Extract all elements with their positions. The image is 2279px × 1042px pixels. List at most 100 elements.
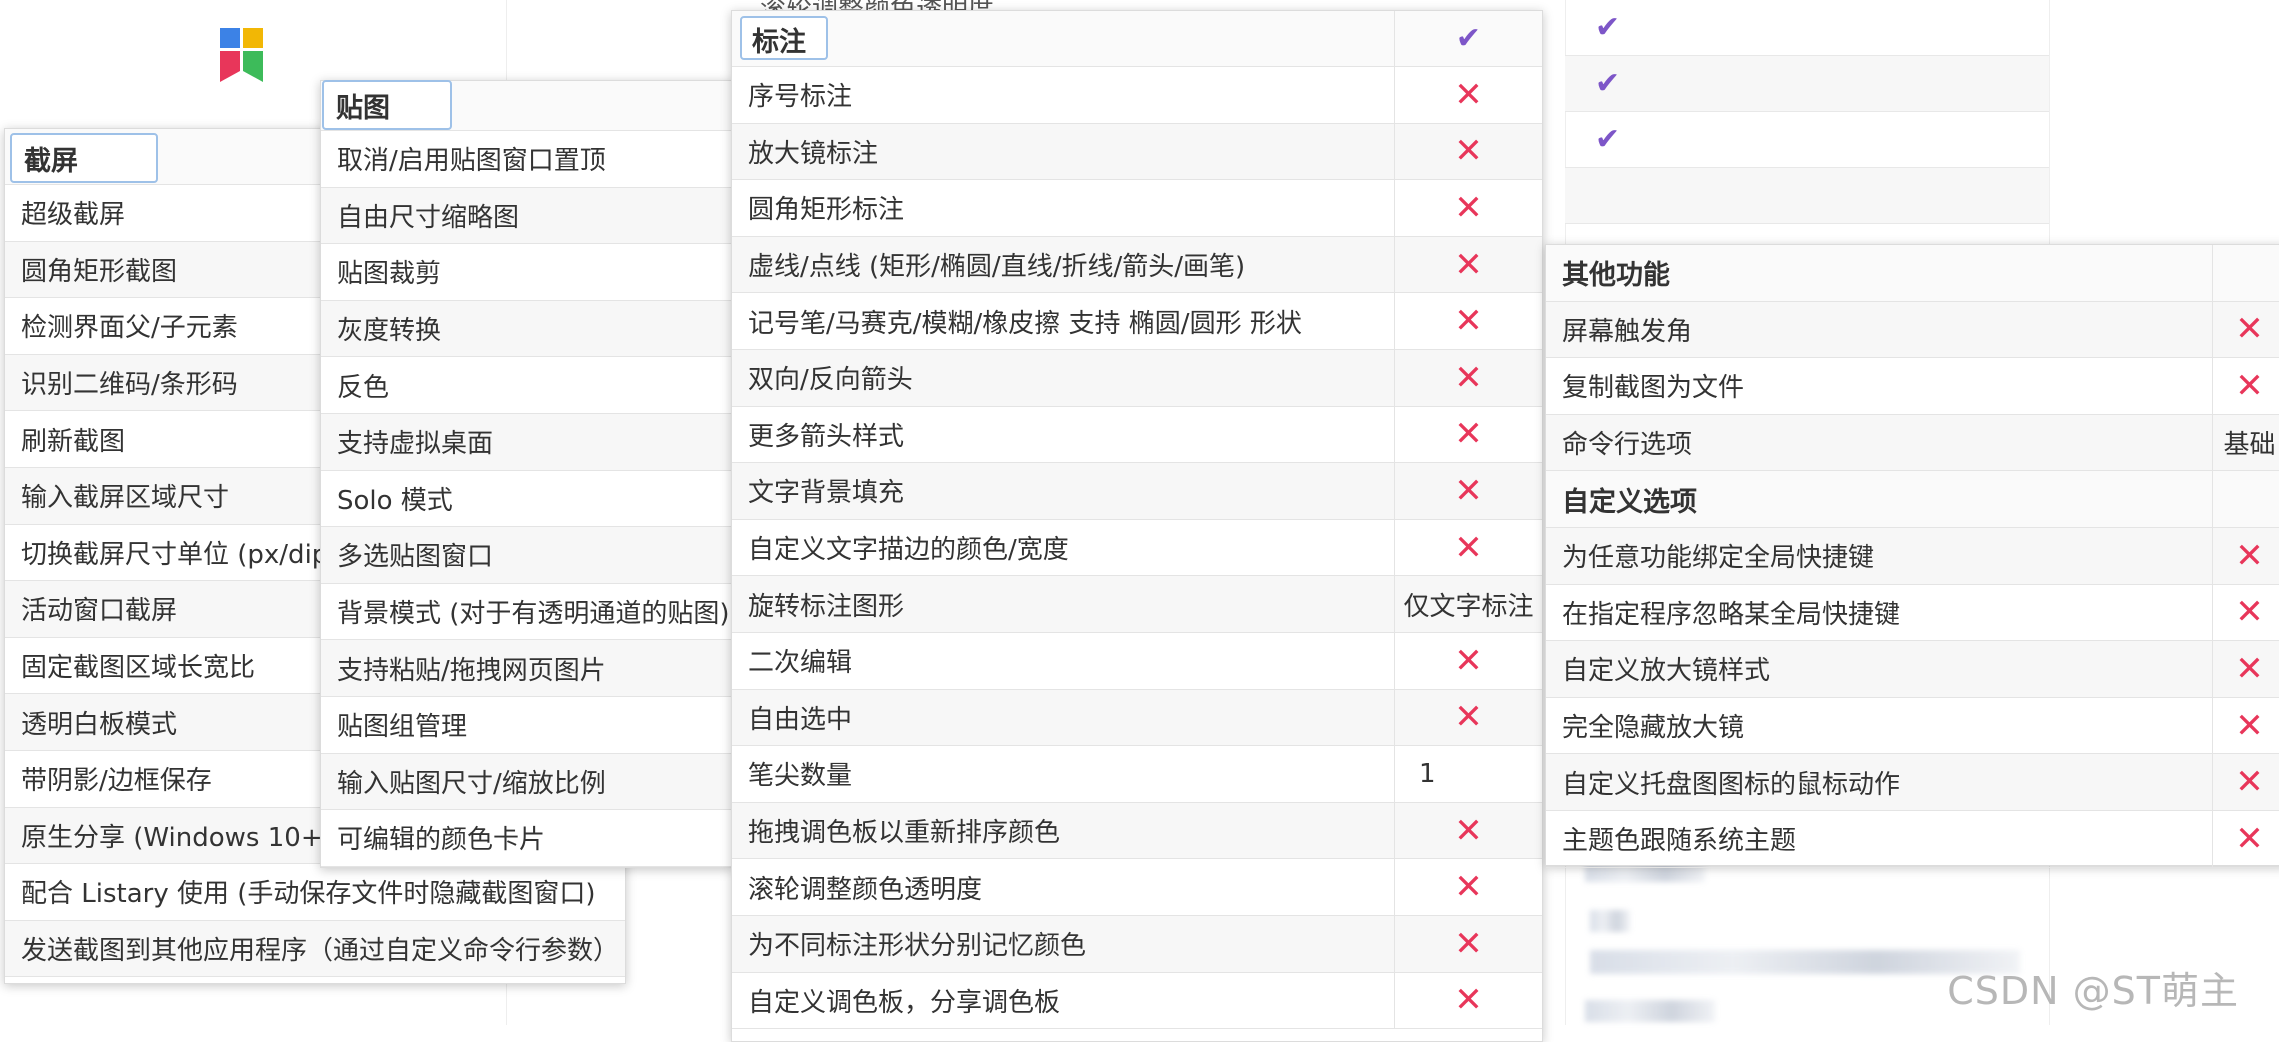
cross-icon: ✕ — [1454, 131, 1483, 172]
cross-icon: ✕ — [1454, 980, 1483, 1021]
feature-support-cell — [2212, 245, 2279, 301]
blurred-text — [1585, 1000, 1715, 1022]
feature-label: 自定义放大镜样式 — [1562, 656, 1771, 687]
feature-label: 命令行选项 — [1562, 430, 1693, 461]
feature-label: 放大镜标注 — [748, 138, 879, 169]
feature-row: 自由选中 ✕ — [732, 689, 1542, 747]
check-icon: ✔ — [1455, 20, 1482, 56]
feature-row: 双向/反向箭头 ✕ — [732, 349, 1542, 407]
feature-support-cell: ✕ — [1394, 67, 1542, 123]
feature-row: 反色 — [321, 357, 733, 414]
feature-support-cell — [2212, 471, 2279, 527]
check-icon: ✔ — [1595, 65, 1621, 101]
feature-label: 圆角矩形标注 — [748, 195, 905, 226]
support-text: 1 — [1419, 758, 1436, 789]
feature-support-cell: ✕ — [1394, 519, 1542, 576]
blurred-text — [1590, 910, 1630, 932]
support-text: 基础 — [2223, 430, 2276, 461]
feature-label: 虚线/点线 (矩形/椭圆/直线/折线/箭头/画笔) — [748, 252, 1246, 283]
feature-row: 主题色跟随系统主题 ✕ — [1546, 810, 2279, 868]
feature-label: 为任意功能绑定全局快捷键 — [1562, 543, 1875, 574]
feature-row: 二次编辑 ✕ — [732, 632, 1542, 690]
section-header-row: 其他功能 — [1546, 245, 2279, 302]
feature-row: 滚轮调整颜色透明度 ✕ — [732, 859, 1542, 916]
feature-support-cell: ✕ — [1394, 293, 1542, 349]
support-text: 仅文字标注 — [1403, 591, 1534, 622]
feature-support-cell: ✕ — [1394, 972, 1542, 1029]
feature-row: 取消/启用贴图窗口置顶 — [321, 131, 733, 188]
feature-support-cell: ✕ — [1394, 915, 1542, 972]
cross-icon: ✕ — [2235, 365, 2264, 406]
feature-label: 二次编辑 — [748, 648, 853, 679]
feature-support-cell: ✕ — [2212, 527, 2279, 584]
feature-row: 命令行选项 基础 — [1546, 414, 2279, 472]
feature-row: 贴图裁剪 — [321, 244, 733, 301]
cross-icon: ✕ — [2235, 592, 2264, 633]
feature-label: 为不同标注形状分别记忆颜色 — [748, 931, 1087, 962]
feature-support-cell: ✕ — [2212, 697, 2279, 754]
feature-row: 序号标注 ✕ — [732, 67, 1542, 124]
feature-row: 为任意功能绑定全局快捷键 ✕ — [1546, 527, 2279, 585]
feature-support-cell: ✕ — [1394, 859, 1542, 915]
feature-label: 复制截图为文件 — [1562, 373, 1745, 404]
feature-row: 灰度转换 — [321, 300, 733, 358]
feature-label: 支持粘贴/拖拽网页图片 — [337, 655, 606, 686]
feature-row: 虚线/点线 (矩形/椭圆/直线/折线/箭头/画笔) ✕ — [732, 236, 1542, 294]
feature-label: 反色 — [337, 372, 390, 403]
feature-row: 复制截图为文件 ✕ — [1546, 358, 2279, 415]
cross-icon: ✕ — [1454, 357, 1483, 398]
feature-label: 主题色跟随系统主题 — [1562, 826, 1797, 857]
annotate-header-row: ✔ — [732, 11, 1542, 67]
watermark: CSDN @ST萌主 — [1947, 969, 2239, 1013]
feature-support-cell: ✕ — [2212, 358, 2279, 414]
feature-row: Solo 模式 — [321, 471, 733, 528]
feature-row: 圆角矩形标注 ✕ — [732, 180, 1542, 237]
bg-row: ✔ — [1565, 112, 2049, 168]
cross-icon: ✕ — [1454, 867, 1483, 908]
feature-label: 自由尺寸缩略图 — [337, 202, 520, 233]
feature-support-cell: 基础 — [2212, 414, 2279, 471]
bg-row: ✔ — [1565, 56, 2049, 112]
feature-row: 自定义调色板，分享调色板 ✕ — [732, 972, 1542, 1030]
feature-row: 自定义托盘图图标的鼠标动作 ✕ — [1546, 754, 2279, 811]
feature-row: 记号笔/马赛克/模糊/橡皮擦 支持 椭圆/圆形 形状 ✕ — [732, 293, 1542, 350]
feature-label: 贴图组管理 — [337, 712, 468, 743]
feature-row: 配合 Listary 使用 (手动保存文件时隐藏截图窗口) — [5, 864, 625, 921]
feature-label: 自定义调色板，分享调色板 — [748, 987, 1061, 1018]
bg-table: ✔ ✔ ✔ — [1565, 0, 2049, 224]
panel-other: 其他功能 屏幕触发角 ✕ 复制截图为文件 ✕ 命令行选项 基础 自定义选项 为任意功能绑定全局快… — [1545, 244, 2279, 868]
feature-label: 背景模式 (对于有透明通道的贴图) — [337, 599, 730, 630]
feature-label: 配合 Listary 使用 (手动保存文件时隐藏截图窗口) — [21, 879, 596, 910]
cross-icon: ✕ — [1454, 187, 1483, 228]
feature-support-cell: ✕ — [2212, 584, 2279, 641]
feature-row: 多选贴图窗口 — [321, 527, 733, 584]
cross-icon: ✕ — [1454, 640, 1483, 681]
feature-label: 其他功能 — [1562, 260, 1670, 292]
feature-label: 贴图裁剪 — [337, 259, 442, 290]
feature-support-cell: ✕ — [2212, 754, 2279, 810]
cross-icon: ✕ — [2235, 648, 2264, 689]
feature-label: Solo 模式 — [337, 485, 453, 516]
panel-annotate: ✔ 序号标注 ✕ 放大镜标注 ✕ 圆角矩形标注 ✕ 虚线/点线 (矩形/椭圆/直线/折线/箭… — [731, 10, 1543, 1042]
cross-icon: ✕ — [1454, 414, 1483, 455]
feature-support-cell: ✕ — [1394, 463, 1542, 519]
feature-label: 屏幕触发角 — [1562, 316, 1693, 347]
feature-label: 文字背景填充 — [748, 478, 905, 509]
feature-support-cell: ✕ — [1394, 123, 1542, 180]
feature-row: 自定义放大镜样式 ✕ — [1546, 641, 2279, 698]
feature-row: 拖拽调色板以重新排序颜色 ✕ — [732, 802, 1542, 860]
cross-icon: ✕ — [1454, 74, 1483, 115]
cross-icon: ✕ — [1454, 810, 1483, 851]
feature-row: 支持虚拟桌面 — [321, 413, 733, 471]
feature-label: 记号笔/马赛克/模糊/橡皮擦 支持 椭圆/圆形 形状 — [748, 308, 1302, 339]
feature-support-cell: ✕ — [1394, 349, 1542, 406]
feature-label: 自定义托盘图图标的鼠标动作 — [1562, 769, 1901, 800]
feature-row: 屏幕触发角 ✕ — [1546, 301, 2279, 359]
feature-row: 旋转标注图形 仅文字标注 — [732, 576, 1542, 633]
feature-label: 支持虚拟桌面 — [337, 429, 494, 460]
feature-label: 序号标注 — [748, 82, 853, 113]
feature-row: 支持粘贴/拖拽网页图片 — [321, 640, 733, 697]
feature-row: 输入贴图尺寸/缩放比例 — [321, 753, 733, 811]
cross-icon: ✕ — [1454, 527, 1483, 568]
feature-label: 滚轮调整颜色透明度 — [748, 874, 983, 905]
